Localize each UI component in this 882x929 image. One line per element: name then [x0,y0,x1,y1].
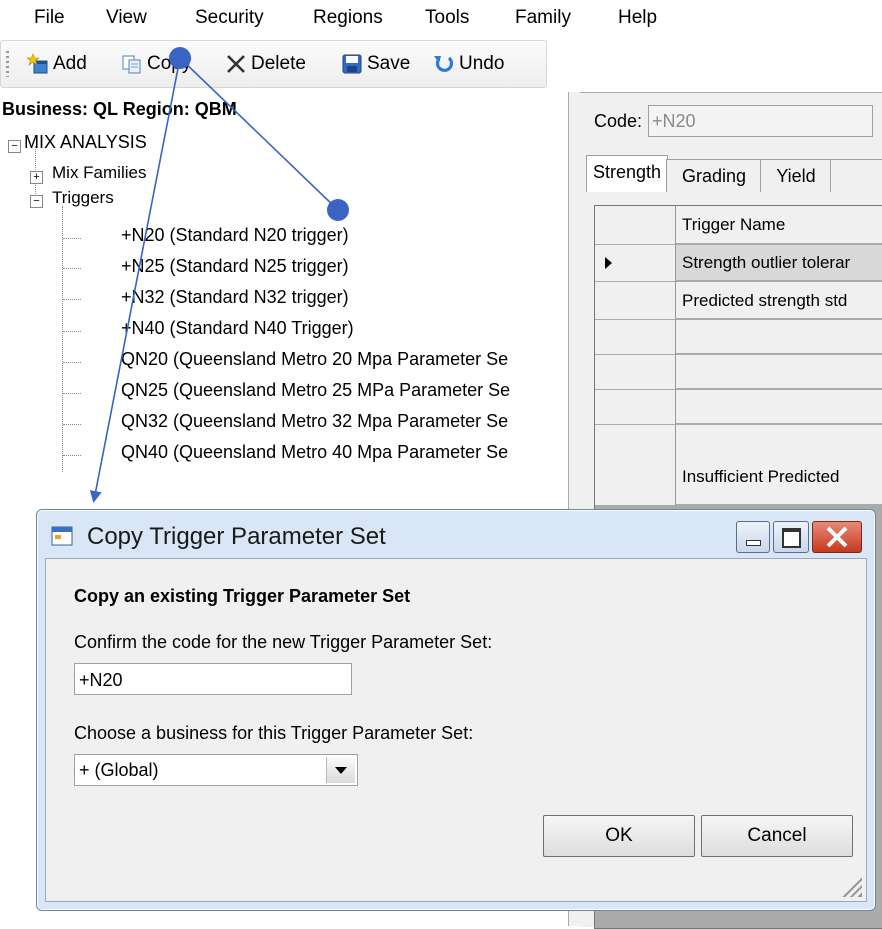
menu-security[interactable]: Security [195,7,264,29]
tree-node-mix-analysis[interactable]: MIX ANALYSIS [24,132,147,153]
tree-connector [62,206,63,472]
grid-cell[interactable] [676,390,882,424]
close-button[interactable] [812,521,862,553]
tree-item-trigger[interactable]: +N20 (Standard N20 trigger) [121,225,349,246]
menu-regions[interactable]: Regions [313,7,383,29]
menu-tools[interactable]: Tools [425,7,469,29]
chevron-down-icon[interactable] [326,757,355,783]
tab-yield[interactable]: Yield [760,159,832,192]
menu-help[interactable]: Help [618,7,657,29]
grid-row-header[interactable] [595,390,676,425]
dialog-title: Copy Trigger Parameter Set [87,523,386,550]
menu-file[interactable]: File [34,7,65,29]
menu-bar: File View Security Regions Tools Family … [0,0,882,38]
undo-button[interactable]: Undo [433,50,504,78]
menu-family[interactable]: Family [515,7,571,29]
tree-item-trigger[interactable]: +N25 (Standard N25 trigger) [121,256,349,277]
delete-button-label: Delete [251,53,306,74]
business-select[interactable]: + (Global) [74,754,358,786]
tab-strength[interactable]: Strength [586,155,668,192]
tree-connector [63,424,81,425]
tree-connector [63,393,81,394]
tree-connector [63,455,81,456]
ok-button[interactable]: OK [543,815,695,857]
dialog-app-icon [51,526,73,546]
resize-grip-icon[interactable] [840,875,862,897]
tree-connector [63,238,81,239]
tree-node-triggers[interactable]: Triggers [52,188,114,208]
grid-row-header[interactable] [595,355,676,390]
toolbar-grip[interactable] [6,51,9,77]
copy-icon [122,55,141,74]
tab-more[interactable] [830,159,882,192]
tree-connector [63,299,81,300]
collapse-triggers-icon[interactable]: − [30,195,43,208]
expand-mix-families-icon[interactable]: + [30,171,43,184]
tree-item-trigger[interactable]: QN40 (Queensland Metro 40 Mpa Parameter … [121,442,508,463]
save-button-label: Save [367,53,411,74]
save-icon [342,54,362,74]
menu-view[interactable]: View [106,7,147,29]
maximize-button[interactable] [773,521,809,553]
grid-row-header[interactable] [595,425,676,506]
grid-corner [595,206,676,245]
copy-trigger-dialog: Copy Trigger Parameter Set Copy an exist… [36,509,876,911]
grid-cell[interactable] [676,320,882,354]
code-label: Code: [594,111,643,131]
grid-row-header[interactable] [595,245,676,282]
grid-row-header[interactable] [595,282,676,320]
grid-row-header[interactable] [595,320,676,355]
tree-header: Business: QL Region: QBM [2,99,237,119]
grid-header-trigger-name[interactable]: Trigger Name [676,206,882,244]
tree-item-trigger[interactable]: QN20 (Queensland Metro 20 Mpa Parameter … [121,349,508,370]
code-prompt-label: Confirm the code for the new Trigger Par… [74,632,493,652]
dialog-heading: Copy an existing Trigger Parameter Set [74,586,411,606]
tree-node-mix-families[interactable]: Mix Families [52,163,146,183]
grid-cell[interactable]: Strength outlier tolerar [676,245,882,281]
add-button[interactable]: Add [27,50,87,78]
tree-item-trigger[interactable]: QN25 (Queensland Metro 25 MPa Parameter … [121,380,510,401]
undo-button-label: Undo [459,53,505,74]
tree-item-trigger[interactable]: QN32 (Queensland Metro 32 Mpa Parameter … [121,411,508,432]
grid-cell[interactable] [676,355,882,389]
undo-icon [434,56,454,72]
business-select-value: + (Global) [79,760,159,780]
grid-cell[interactable]: Insufficient Predicted [676,425,882,505]
minimize-icon [746,540,761,546]
business-prompt-label: Choose a business for this Trigger Param… [74,723,474,743]
new-code-input[interactable]: +N20 [74,663,352,695]
cancel-button[interactable]: Cancel [701,815,853,857]
tree-connector [63,268,81,269]
tab-grading[interactable]: Grading [666,159,762,192]
maximize-icon [782,528,801,548]
tree-item-trigger[interactable]: +N40 (Standard N40 Trigger) [121,318,354,339]
add-icon [27,53,48,74]
collapse-mix-analysis-icon[interactable]: − [8,140,21,153]
copy-button[interactable]: Copy [121,50,191,78]
toolbar: Add Copy Delete Save Undo [0,40,547,88]
close-icon [826,526,848,548]
tree-connector [63,362,81,363]
delete-button[interactable]: Delete [225,50,306,78]
add-button-label: Add [53,53,87,74]
dialog-body: Copy an existing Trigger Parameter Set C… [45,558,867,902]
tree-connector [63,331,81,332]
tree-item-trigger[interactable]: +N32 (Standard N32 trigger) [121,287,349,308]
minimize-button[interactable] [736,521,770,553]
delete-icon [227,55,245,73]
save-button[interactable]: Save [341,50,410,78]
copy-button-label: Copy [147,53,192,74]
grid-cell[interactable]: Predicted strength std [676,282,882,319]
code-field[interactable]: +N20 [648,105,873,137]
current-row-indicator-icon [605,257,612,269]
